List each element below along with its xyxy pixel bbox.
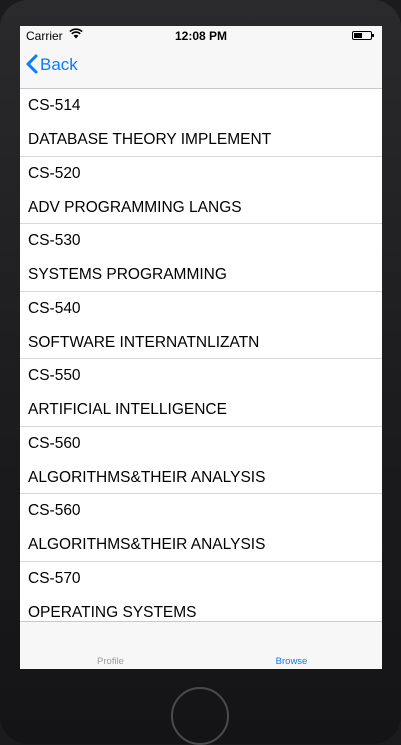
- home-button[interactable]: [171, 687, 229, 745]
- clock: 12:08 PM: [174, 29, 228, 43]
- tab-browse[interactable]: Browse: [201, 622, 382, 669]
- back-button[interactable]: Back: [26, 54, 78, 75]
- course-code: CS-550: [28, 367, 81, 384]
- course-list[interactable]: CS-514 DATABASE THEORY IMPLEMENT CS-520 …: [20, 89, 382, 621]
- course-row[interactable]: CS-570 OPERATING SYSTEMS: [20, 562, 382, 622]
- course-row[interactable]: CS-550 ARTIFICIAL INTELLIGENCE: [20, 359, 382, 427]
- course-row[interactable]: CS-560 ALGORITHMS&THEIR ANALYSIS: [20, 494, 382, 562]
- course-name: ALGORITHMS&THEIR ANALYSIS: [28, 468, 266, 486]
- tab-profile-label: Profile: [97, 656, 124, 667]
- course-code: CS-530: [28, 232, 81, 249]
- course-name: ADV PROGRAMMING LANGS: [28, 198, 242, 216]
- course-row[interactable]: CS-560 ALGORITHMS&THEIR ANALYSIS: [20, 427, 382, 494]
- course-code: CS-514: [28, 97, 81, 114]
- tab-bar: Profile Browse: [20, 621, 382, 669]
- tab-browse-label: Browse: [275, 656, 308, 667]
- course-row[interactable]: CS-514 DATABASE THEORY IMPLEMENT: [20, 89, 382, 157]
- screen: Carrier 12:08 PM Back CS-514 DATABASE TH…: [20, 26, 382, 669]
- course-name: DATABASE THEORY IMPLEMENT: [28, 131, 272, 148]
- course-row[interactable]: CS-540 SOFTWARE INTERNATNLIZATN: [20, 292, 382, 359]
- course-row[interactable]: CS-520 ADV PROGRAMMING LANGS: [20, 157, 382, 224]
- course-code: CS-560: [28, 502, 81, 519]
- chevron-left-icon: [26, 54, 38, 75]
- course-code: CS-570: [28, 569, 81, 587]
- course-code: CS-560: [28, 434, 81, 452]
- course-name: ARTIFICIAL INTELLIGENCE: [28, 401, 227, 418]
- course-name: ALGORITHMS&THEIR ANALYSIS: [28, 536, 266, 553]
- back-label: Back: [40, 54, 78, 74]
- phone-frame: Carrier 12:08 PM Back CS-514 DATABASE TH…: [0, 0, 401, 745]
- course-row[interactable]: CS-530 SYSTEMS PROGRAMMING: [20, 224, 382, 292]
- navigation-bar: Back: [20, 46, 382, 89]
- course-code: CS-520: [28, 164, 81, 182]
- battery-icon: [352, 31, 374, 40]
- course-name: SYSTEMS PROGRAMMING: [28, 266, 227, 283]
- course-code: CS-540: [28, 299, 81, 317]
- course-name: SOFTWARE INTERNATNLIZATN: [28, 333, 260, 351]
- tab-profile[interactable]: Profile: [20, 622, 201, 669]
- course-name: OPERATING SYSTEMS: [28, 603, 197, 621]
- status-bar: Carrier 12:08 PM: [20, 26, 382, 46]
